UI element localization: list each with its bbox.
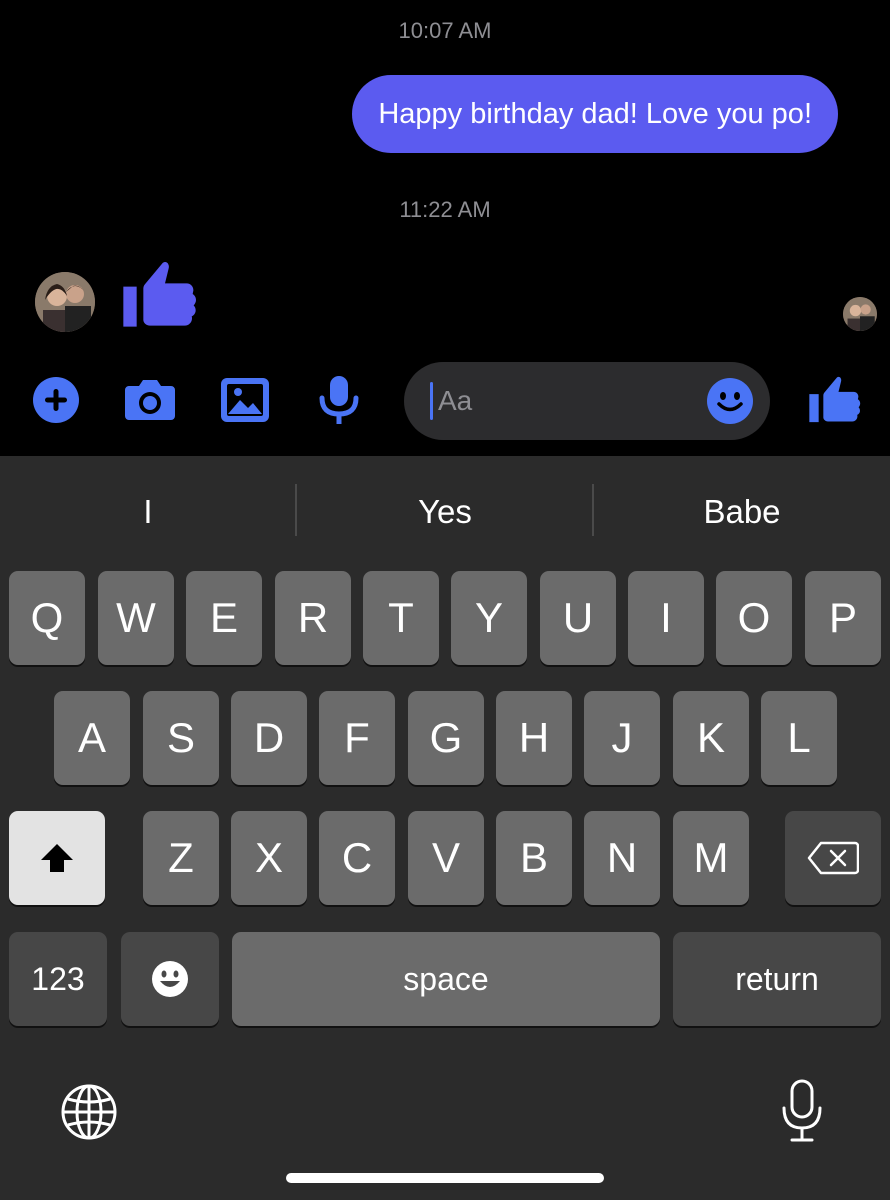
key-n[interactable]: N (584, 811, 660, 905)
key-t[interactable]: T (363, 571, 439, 665)
key-v[interactable]: V (408, 811, 484, 905)
key-r[interactable]: R (275, 571, 351, 665)
suggestion-1[interactable]: I (0, 456, 296, 566)
emoji-icon[interactable] (706, 377, 754, 425)
message-input-placeholder: Aa (438, 385, 473, 416)
microphone-icon[interactable] (318, 374, 360, 426)
key-w[interactable]: W (98, 571, 174, 665)
sent-message-bubble[interactable]: Happy birthday dad! Love you po! (352, 75, 838, 153)
numbers-key[interactable]: 123 (9, 932, 107, 1026)
message-timestamp: 10:07 AM (398, 18, 492, 43)
emoji-key[interactable] (121, 932, 219, 1026)
key-x[interactable]: X (231, 811, 307, 905)
key-f[interactable]: F (319, 691, 395, 785)
key-u[interactable]: U (540, 571, 616, 665)
camera-icon[interactable] (123, 376, 177, 424)
key-l[interactable]: L (761, 691, 837, 785)
key-j[interactable]: J (584, 691, 660, 785)
suggestion-2[interactable]: Yes (297, 456, 593, 566)
key-m[interactable]: M (673, 811, 749, 905)
key-b[interactable]: B (496, 811, 572, 905)
seen-receipt-avatar (843, 297, 877, 331)
key-h[interactable]: H (496, 691, 572, 785)
key-s[interactable]: S (143, 691, 219, 785)
emoji-key-icon (152, 961, 188, 997)
contact-avatar[interactable] (35, 272, 95, 332)
key-i[interactable]: I (628, 571, 704, 665)
return-key[interactable]: return (673, 932, 881, 1026)
space-key[interactable]: space (232, 932, 660, 1026)
key-c[interactable]: C (319, 811, 395, 905)
key-g[interactable]: G (408, 691, 484, 785)
key-k[interactable]: K (673, 691, 749, 785)
send-thumbs-up-icon[interactable] (806, 372, 864, 428)
key-y[interactable]: Y (451, 571, 527, 665)
key-e[interactable]: E (186, 571, 262, 665)
key-a[interactable]: A (54, 691, 130, 785)
backspace-key[interactable] (785, 811, 881, 905)
thumbs-up-reaction-icon[interactable] (120, 255, 200, 335)
message-input[interactable]: Aa (404, 362, 770, 440)
home-indicator[interactable] (286, 1173, 604, 1183)
shift-arrow-icon (41, 844, 73, 872)
plus-icon[interactable] (32, 376, 80, 424)
key-z[interactable]: Z (143, 811, 219, 905)
message-timestamp: 11:22 AM (399, 197, 491, 222)
shift-key[interactable] (9, 811, 105, 905)
backspace-icon (807, 841, 859, 875)
key-o[interactable]: O (716, 571, 792, 665)
key-p[interactable]: P (805, 571, 881, 665)
key-d[interactable]: D (231, 691, 307, 785)
globe-icon[interactable] (60, 1083, 118, 1141)
suggestion-3[interactable]: Babe (594, 456, 890, 566)
key-q[interactable]: Q (9, 571, 85, 665)
dictation-microphone-icon[interactable] (780, 1078, 824, 1144)
keyboard: I Yes Babe Q W E R T Y U I O P A S D F G… (0, 456, 890, 1200)
gallery-icon[interactable] (220, 376, 270, 424)
text-cursor (430, 382, 433, 420)
